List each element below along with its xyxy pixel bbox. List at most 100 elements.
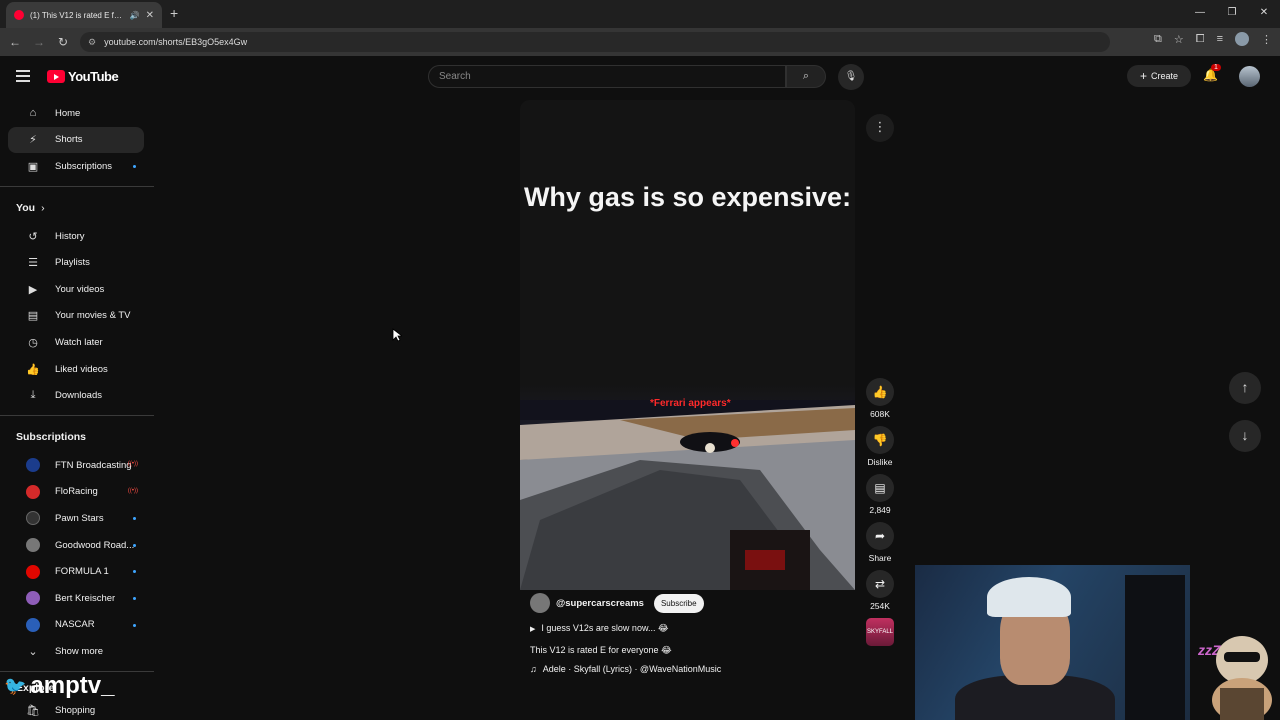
sidebar-channel-nascar[interactable]: NASCAR — [8, 612, 144, 639]
short-video-player[interactable]: Why gas is so expensive: *Ferrari appear… — [520, 100, 855, 590]
sidebar-channel-ftn[interactable]: FTN Broadcasting ((•)) — [8, 452, 144, 479]
sidebar-item-liked-videos[interactable]: 👍 Liked videos — [8, 356, 144, 383]
subscribe-button[interactable]: Subscribe — [653, 593, 704, 613]
sidebar-you-header[interactable]: You › — [0, 193, 154, 223]
address-bar-row: ← → ↻ ⚙ youtube.com/shorts/EB3gO5ex4Gw ⧉… — [0, 28, 1280, 56]
sidebar-item-subscriptions[interactable]: ▣ Subscriptions — [8, 153, 144, 180]
share-button[interactable]: ➦ — [866, 522, 894, 550]
create-button[interactable]: + Create — [1127, 65, 1191, 87]
sidebar-channel-goodwood[interactable]: Goodwood Road... — [8, 532, 144, 559]
url-text: youtube.com/shorts/EB3gO5ex4Gw — [104, 37, 248, 47]
gaming-chair — [1125, 575, 1185, 720]
dislike-button[interactable]: 👎 — [866, 426, 894, 454]
sidebar-subscriptions-header: Subscriptions — [16, 430, 87, 443]
dislike-label: Dislike — [867, 457, 893, 467]
mascot-sticker — [1212, 636, 1272, 720]
bookmark-star-icon[interactable]: ☆ — [1174, 33, 1184, 46]
history-icon: ↺ — [28, 230, 38, 243]
site-info-icon[interactable]: ⚙ — [88, 37, 96, 48]
youtube-favicon-icon — [14, 10, 24, 20]
new-content-dot — [133, 623, 136, 627]
notifications-icon[interactable]: 🔔 1 — [1203, 64, 1221, 82]
channel-avatar — [26, 511, 40, 526]
music-link[interactable]: ♫ Adele · Skyfall (Lyrics) · @WaveNation… — [530, 664, 850, 674]
avatar[interactable] — [1239, 66, 1260, 87]
comments-button[interactable]: ▤ — [866, 474, 894, 502]
sidebar-item-home[interactable]: ⌂ Home — [8, 100, 144, 127]
description-line[interactable]: ▶ I guess V12s are slow now... 😂 — [530, 623, 850, 634]
sidebar-item-shorts[interactable]: ⚡ Shorts — [8, 126, 144, 154]
like-count: 608K — [870, 409, 890, 419]
youtube-logo[interactable]: YouTube — [47, 69, 119, 84]
clapperboard-icon: ▤ — [27, 310, 39, 323]
speaker-icon[interactable]: 🔊 — [130, 11, 140, 20]
tab-title: (1) This V12 is rated E for e... — [30, 10, 124, 20]
subscriptions-icon: ▣ — [27, 160, 39, 173]
webcam-overlay — [915, 565, 1190, 720]
sound-thumbnail[interactable]: SKYFALL — [866, 618, 894, 646]
extensions-icon[interactable]: ⧠ — [1196, 33, 1205, 46]
channel-avatar — [26, 458, 40, 473]
sidebar-channel-floracing[interactable]: FloRacing ((•)) — [8, 479, 144, 506]
search-input[interactable]: Search — [428, 65, 786, 88]
shorts-icon: ⚡ — [29, 134, 37, 147]
previous-short-button[interactable]: ↑ — [1229, 372, 1261, 404]
channel-avatar — [26, 538, 40, 553]
channel-name[interactable]: @supercarscreams — [556, 598, 644, 609]
next-short-button[interactable]: ↓ — [1229, 420, 1261, 452]
short-actions: 👍 608K 👎 Dislike ▤ 2,849 ➦ Share ⇄ 254K SKYFA… — [862, 378, 898, 653]
streamer-watermark: 🐦 amptv_ — [4, 672, 115, 699]
sidebar-channel-pawn-stars[interactable]: Pawn Stars — [8, 505, 144, 532]
channel-avatar — [26, 484, 40, 499]
browser-menu-icon[interactable]: ⋮ — [1261, 33, 1272, 46]
new-content-dot — [133, 517, 136, 521]
close-window-button[interactable]: ✕ — [1248, 0, 1280, 28]
new-content-dot — [133, 570, 136, 574]
streamer-cap — [987, 577, 1071, 617]
share-label: Share — [868, 553, 892, 563]
sidebar-item-playlists[interactable]: ☰ Playlists — [8, 249, 144, 276]
sidebar-item-watch-later[interactable]: ◷ Watch later — [8, 329, 144, 356]
maximize-button[interactable]: ❐ — [1216, 0, 1248, 28]
remix-button[interactable]: ⇄ — [866, 570, 894, 598]
sidebar-item-movies-tv[interactable]: ▤ Your movies & TV — [8, 303, 144, 330]
short-metadata: @supercarscreams Subscribe ▶ I guess V12… — [530, 592, 850, 674]
close-tab-icon[interactable]: ✕ — [146, 10, 154, 21]
show-more-button[interactable]: ⌄ Show more — [8, 638, 144, 665]
sidebar-item-your-videos[interactable]: ▶ Your videos — [8, 276, 144, 303]
like-button[interactable]: 👍 — [866, 378, 894, 406]
thumbs-up-icon: 👍 — [26, 363, 40, 376]
home-icon: ⌂ — [29, 107, 37, 120]
microphone-icon[interactable]: 🎙 — [838, 64, 864, 90]
channel-avatar — [26, 591, 40, 606]
twitter-bird-icon: 🐦 — [4, 675, 27, 696]
reload-icon[interactable]: ↻ — [51, 35, 75, 49]
browser-tab[interactable]: (1) This V12 is rated E for e... 🔊 ✕ — [6, 2, 162, 28]
channel-avatar — [26, 564, 40, 579]
sidebar-channel-bert-kreischer[interactable]: Bert Kreischer — [8, 585, 144, 612]
sidebar-item-history[interactable]: ↺ History — [8, 223, 144, 250]
new-tab-button[interactable]: + — [170, 5, 178, 21]
sidebar-item-downloads[interactable]: ⤓ Downloads — [8, 382, 144, 409]
profile-icon[interactable] — [1235, 32, 1249, 46]
more-options-icon[interactable]: ⋮ — [866, 114, 894, 142]
notification-badge: 1 — [1211, 64, 1221, 71]
divider — [0, 185, 154, 187]
channel-avatar — [26, 617, 40, 632]
forward-icon[interactable]: → — [27, 35, 51, 49]
sidebar-channel-formula1[interactable]: FORMULA 1 — [8, 558, 144, 585]
sidebar-item-shopping[interactable]: 🛍 Shopping — [8, 698, 144, 720]
url-field[interactable]: ⚙ youtube.com/shorts/EB3gO5ex4Gw — [80, 32, 1110, 52]
browser-tab-bar: (1) This V12 is rated E for e... 🔊 ✕ + —… — [0, 0, 1280, 28]
new-content-dot — [133, 543, 136, 547]
back-icon[interactable]: ← — [3, 35, 27, 49]
search-icon[interactable]: ⌕ — [786, 65, 826, 88]
live-icon: ((•)) — [127, 487, 138, 494]
media-controls-icon[interactable]: ≡ — [1217, 33, 1223, 45]
install-icon[interactable]: ⧉ — [1154, 33, 1162, 46]
minimize-button[interactable]: — — [1184, 0, 1216, 28]
channel-avatar[interactable] — [530, 593, 550, 613]
video-scene-image — [520, 400, 855, 590]
chevron-right-icon: › — [41, 201, 45, 214]
menu-icon[interactable] — [16, 70, 30, 85]
